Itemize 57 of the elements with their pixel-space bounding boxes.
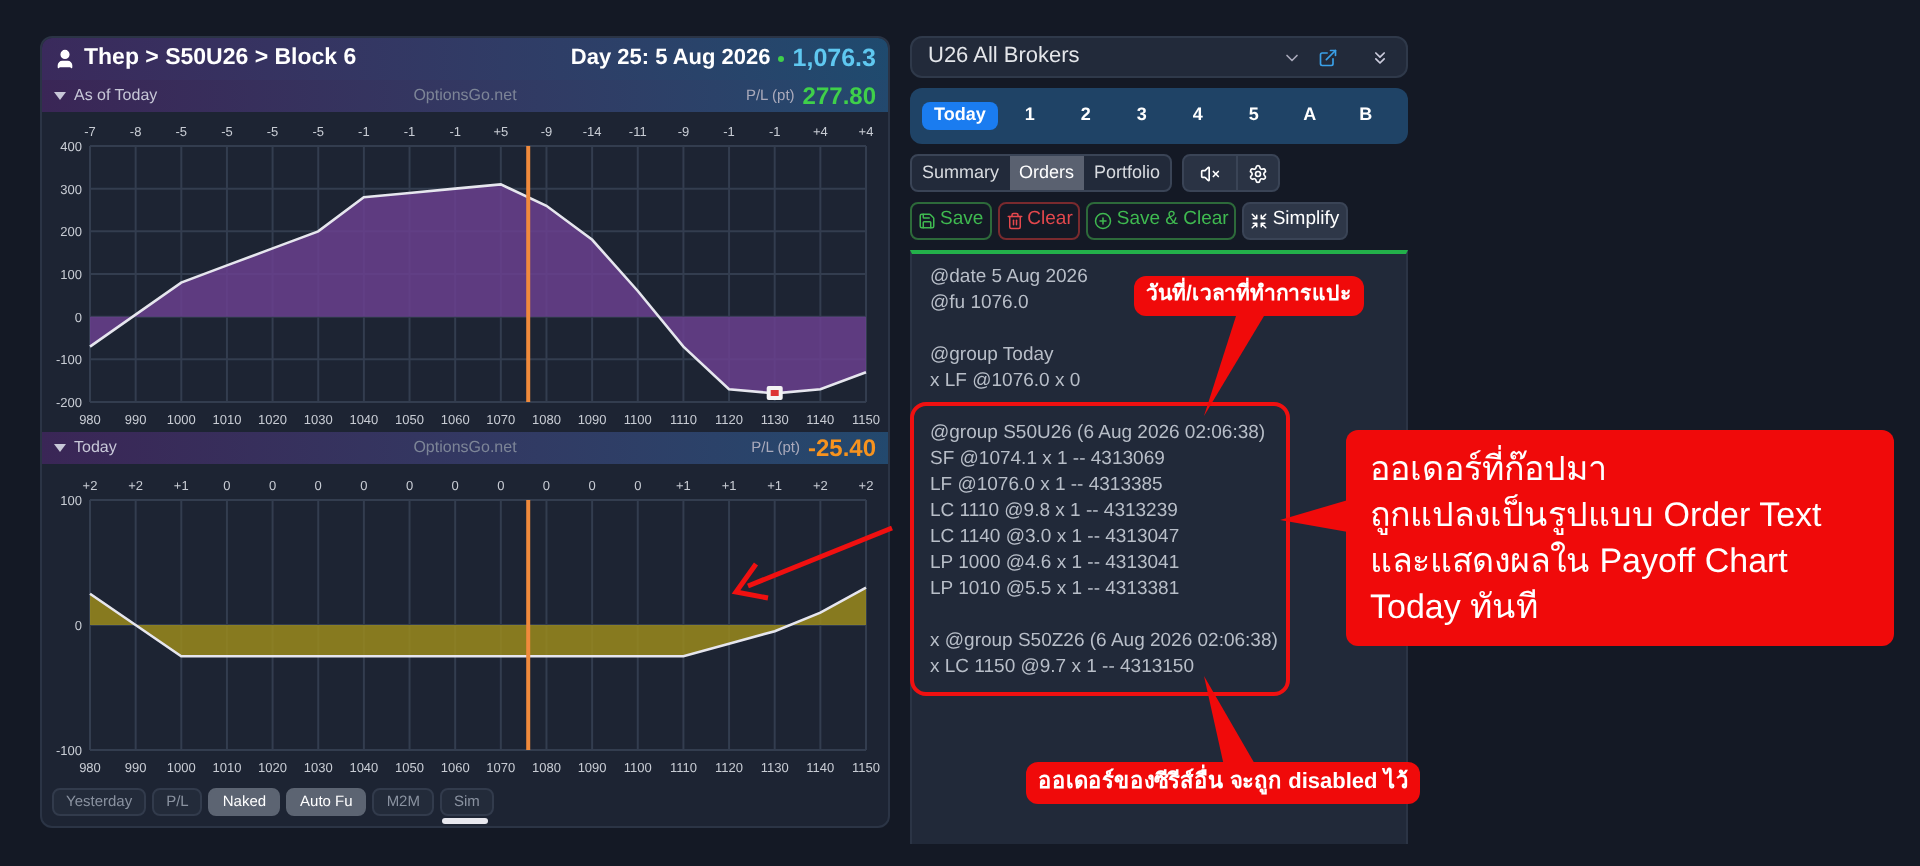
order-line: SF @1074.1 x 1 -- 4313069 xyxy=(930,446,1165,472)
pl-value: -25.40 xyxy=(807,434,876,462)
save-and-clear-button[interactable]: Save & Clear xyxy=(1086,202,1237,240)
plus-circle-icon xyxy=(1094,212,1113,230)
day-label: Day 25: 5 Aug 2026 xyxy=(570,44,771,75)
order-line: x @group S50Z26 (6 Aug 2026 02:06:38) xyxy=(930,628,1278,654)
order-line: LP 1000 @4.6 x 1 -- 4313041 xyxy=(930,550,1180,576)
watermark-text: OptionsGo.net xyxy=(413,436,517,460)
chart-label: As of Today xyxy=(74,84,158,108)
order-line: LP 1010 @5.5 x 1 -- 4313381 xyxy=(930,576,1180,602)
order-line: LC 1110 @9.8 x 1 -- 4313239 xyxy=(930,498,1178,524)
day-tab[interactable]: Today xyxy=(922,102,998,130)
day-tab[interactable]: 4 xyxy=(1173,102,1222,130)
resize-handle[interactable] xyxy=(442,818,488,824)
order-line: LC 1140 @3.0 x 1 -- 4313047 xyxy=(930,524,1180,550)
trash-icon xyxy=(1005,212,1024,230)
order-line: x LF @1076.0 x 0 xyxy=(930,368,1081,394)
broker-select[interactable]: U26 All Brokers xyxy=(910,36,1408,78)
view-tab[interactable]: Orders xyxy=(1009,156,1085,190)
price-value: 1,076.3 xyxy=(792,42,876,77)
status-dot-icon xyxy=(778,56,785,62)
day-tab[interactable]: B xyxy=(1341,102,1390,130)
order-line: @group S50U26 (6 Aug 2026 02:06:38) xyxy=(930,420,1266,446)
day-tab[interactable]: 2 xyxy=(1061,102,1110,130)
settings-icon xyxy=(1248,163,1269,183)
callout: วันที่/เวลาที่ทำการแปะ xyxy=(1134,276,1364,316)
callout: ออเดอร์ที่ก๊อปมา ถูกแปลงเป็นรูปแบบ Order Text และแสดงผลใน Payoff Chart Today ทันที xyxy=(1346,430,1894,646)
caret-icon[interactable] xyxy=(54,444,66,452)
save-button[interactable]: Save xyxy=(910,202,992,240)
day-tab[interactable]: 1 xyxy=(1005,102,1054,130)
watermark-text: OptionsGo.net xyxy=(413,84,517,108)
order-line: @group Today xyxy=(930,342,1054,368)
marker-icon xyxy=(766,386,783,400)
callout-pointer xyxy=(1280,500,1348,532)
simplify-button[interactable]: Simplify xyxy=(1242,202,1348,240)
external-link-icon[interactable] xyxy=(1318,47,1338,67)
order-line: LF @1076.0 x 1 -- 4313385 xyxy=(930,472,1163,498)
order-line: x LC 1150 @9.7 x 1 -- 4313150 xyxy=(930,654,1194,680)
callout-pointer xyxy=(1204,676,1256,766)
day-tab[interactable]: 3 xyxy=(1117,102,1166,130)
mute-icon xyxy=(1200,163,1221,183)
caret-icon[interactable] xyxy=(54,92,66,100)
day-tab[interactable]: A xyxy=(1285,102,1334,130)
order-line: @date 5 Aug 2026 xyxy=(930,264,1088,290)
user-icon xyxy=(54,48,76,70)
day-tab[interactable]: 5 xyxy=(1229,102,1278,130)
double-chevron-icon[interactable] xyxy=(1370,47,1390,67)
breadcrumb: Thep > S50U26 > Block 6 xyxy=(84,43,357,74)
chart-label: Today xyxy=(74,436,117,460)
order-line: @fu 1076.0 xyxy=(930,290,1029,316)
view-tab[interactable]: Summary xyxy=(912,156,1010,190)
save-icon xyxy=(918,212,936,230)
view-tab[interactable]: Portfolio xyxy=(1084,156,1171,190)
pl-value: 277.80 xyxy=(802,82,876,110)
callout-pointer xyxy=(1204,316,1264,416)
clear-button[interactable]: Clear xyxy=(997,202,1081,240)
shrink-icon xyxy=(1250,212,1269,230)
